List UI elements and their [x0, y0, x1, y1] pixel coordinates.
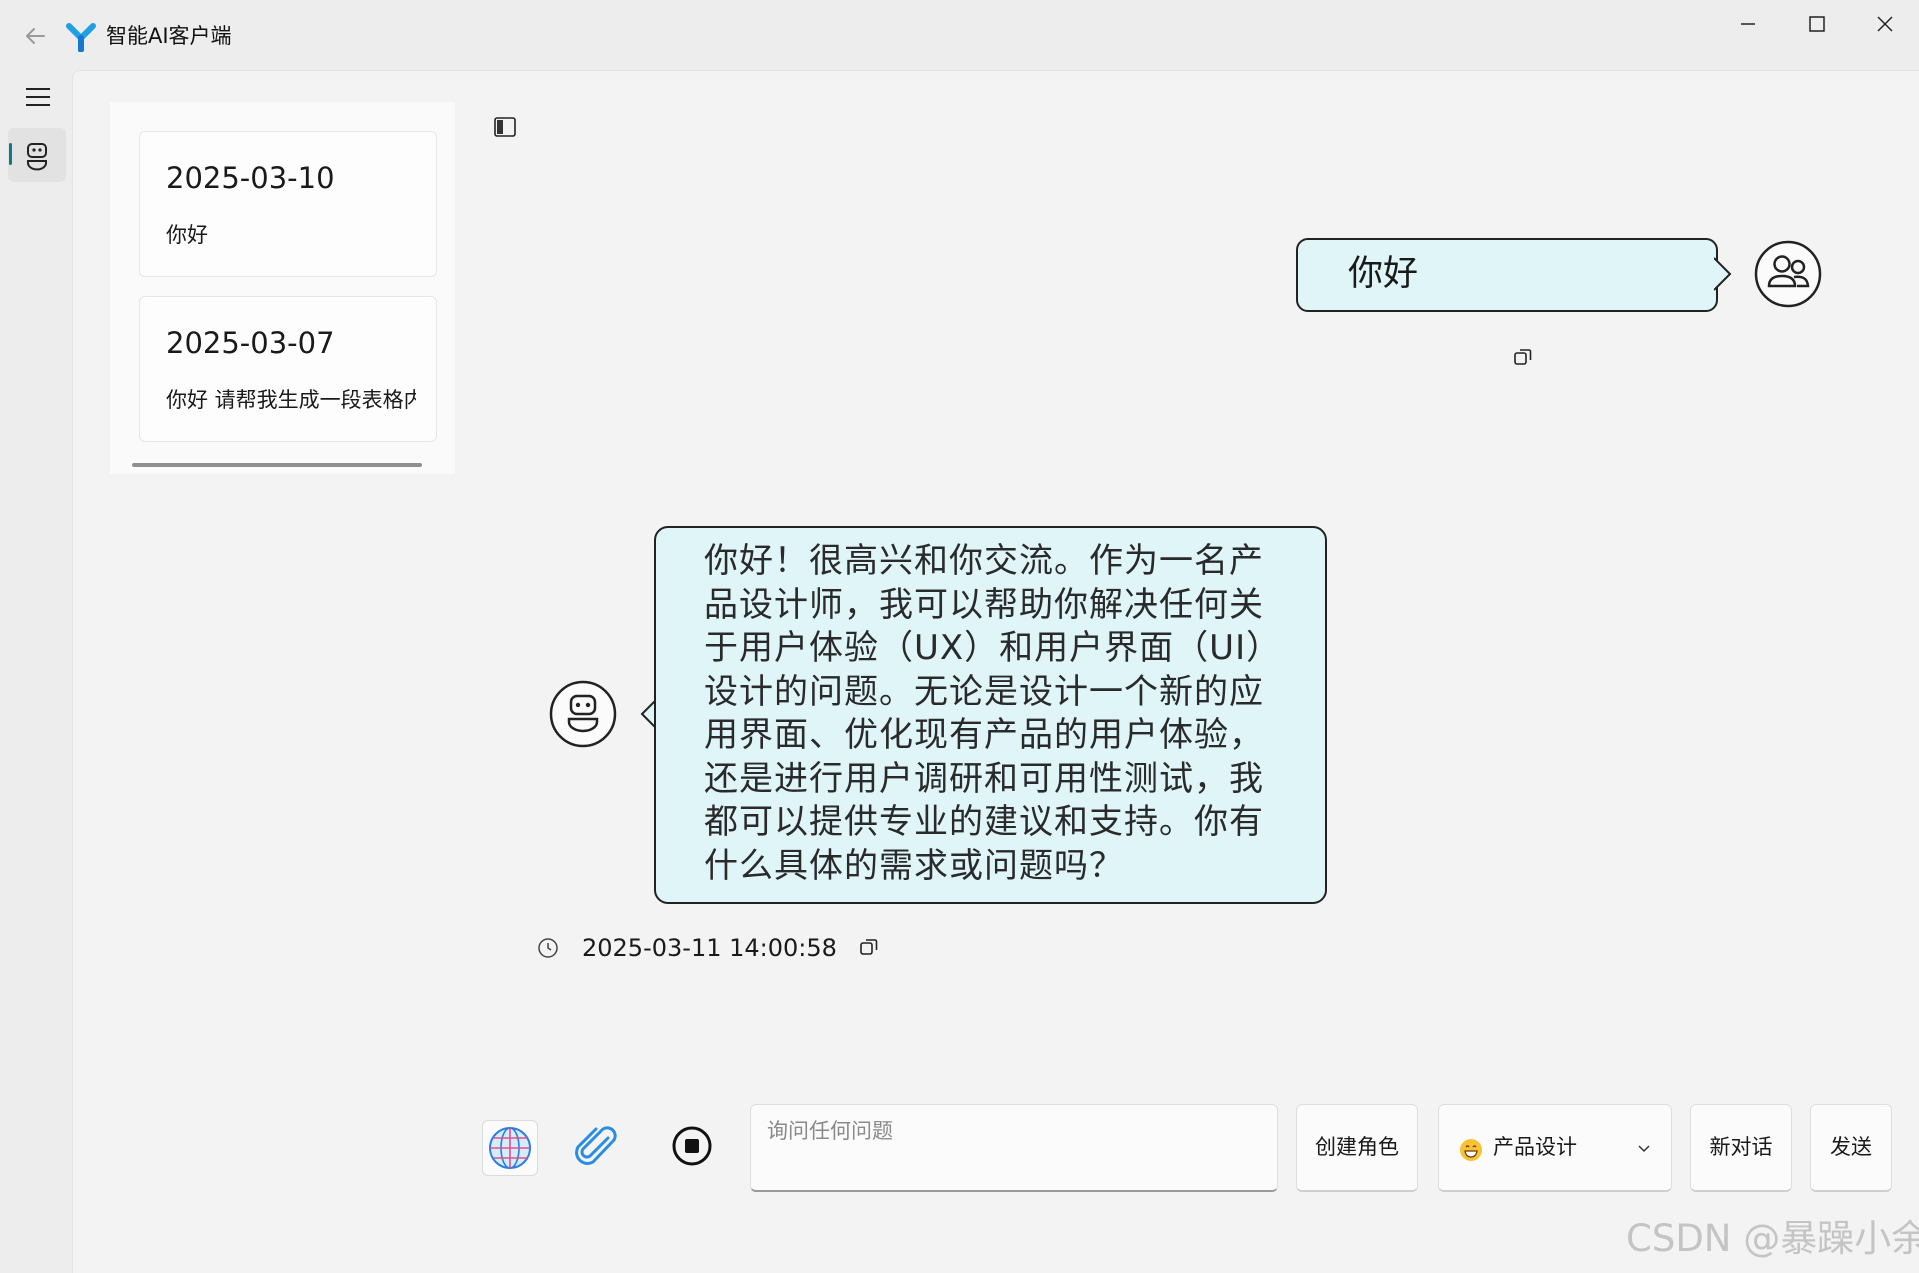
maximize-button[interactable]: [1790, 10, 1842, 50]
panel-toggle-icon: [494, 117, 516, 137]
history-item-date: 2025-03-10: [166, 161, 335, 195]
robot-icon: [549, 680, 617, 748]
minimize-icon: [1741, 23, 1755, 25]
user-avatar: [1754, 240, 1822, 308]
stop-icon: [672, 1126, 712, 1166]
app-title: 智能AI客户端: [106, 24, 232, 48]
copy-icon: [1514, 349, 1532, 365]
nav-item-chat[interactable]: [8, 128, 66, 182]
new-chat-button[interactable]: 新对话: [1690, 1104, 1792, 1192]
menu-button[interactable]: [18, 80, 58, 114]
chevron-down-icon: [1638, 1145, 1650, 1153]
bot-message-bubble: 你好！很高兴和你交流。作为一名产品设计师，我可以帮助你解决任何关于用户体验（UX…: [654, 526, 1327, 904]
close-button[interactable]: [1858, 10, 1910, 50]
user-group-icon: [1754, 240, 1822, 308]
nav-rail: [0, 70, 72, 1273]
nav-selected-indicator: [9, 143, 12, 165]
attach-file-button[interactable]: [566, 1118, 626, 1178]
web-search-button[interactable]: [482, 1120, 538, 1176]
bot-avatar: [549, 680, 617, 748]
history-scrollbar[interactable]: [132, 463, 422, 467]
copy-user-message-button[interactable]: [1512, 346, 1534, 368]
role-select[interactable]: 产品设计: [1438, 1104, 1672, 1192]
title-bar: [0, 0, 1919, 70]
back-button[interactable]: [22, 22, 50, 50]
role-select-value: 产品设计: [1493, 1135, 1577, 1159]
copy-bot-message-button[interactable]: [858, 936, 880, 958]
maximize-icon: [1809, 16, 1825, 32]
grin-emoji-icon: [1460, 1139, 1482, 1161]
bot-message-text: 你好！很高兴和你交流。作为一名产品设计师，我可以帮助你解决任何关于用户体验（UX…: [704, 541, 1282, 886]
close-icon: [1877, 16, 1893, 32]
toggle-panel-button[interactable]: [492, 114, 518, 140]
stop-generation-button[interactable]: [666, 1120, 718, 1172]
clock-icon: [536, 936, 560, 960]
user-bubble-tail: [1714, 257, 1732, 291]
robot-icon: [27, 143, 47, 171]
user-message-bubble: 你好: [1296, 238, 1718, 312]
bot-message-timestamp: 2025-03-11 14:00:58: [582, 934, 837, 962]
user-message-text: 你好: [1348, 254, 1419, 294]
send-button[interactable]: 发送: [1810, 1104, 1892, 1192]
paperclip-icon: [575, 1126, 617, 1165]
copy-icon: [860, 939, 878, 955]
globe-icon: [489, 1127, 531, 1169]
back-arrow-icon: [26, 28, 45, 44]
history-item-preview: 你好: [166, 223, 208, 247]
minimize-button[interactable]: [1722, 10, 1774, 50]
ask-input[interactable]: [750, 1104, 1278, 1192]
hamburger-menu-icon: [26, 88, 50, 106]
watermark: CSDN @暴躁小余: [1626, 1217, 1919, 1260]
history-item[interactable]: 2025-03-07 你好 请帮我生成一段表格内容: [139, 296, 437, 442]
app-logo-icon: [66, 22, 96, 53]
history-item-date: 2025-03-07: [166, 326, 335, 360]
create-role-button[interactable]: 创建角色: [1296, 1104, 1418, 1192]
history-item[interactable]: 2025-03-10 你好: [139, 131, 437, 277]
history-item-preview: 你好 请帮我生成一段表格内容: [166, 388, 416, 412]
